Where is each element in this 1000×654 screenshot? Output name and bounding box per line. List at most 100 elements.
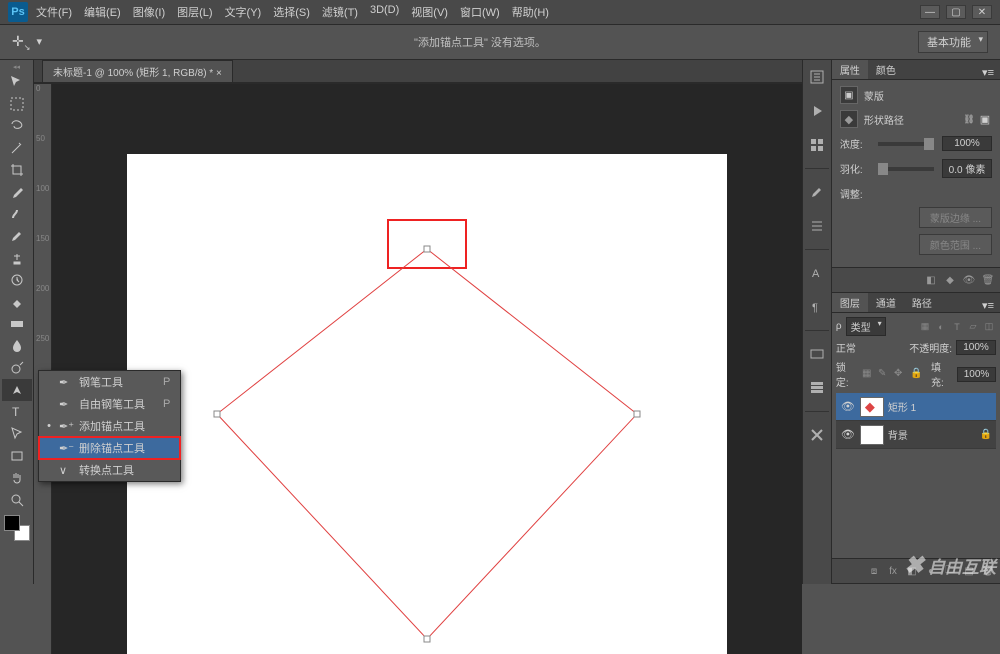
- brushes-panel-icon[interactable]: [806, 181, 828, 203]
- fill-input[interactable]: 100%: [957, 367, 996, 382]
- character-panel-icon[interactable]: A: [806, 262, 828, 284]
- flyout-pen-tool[interactable]: ✒ 钢笔工具 P: [39, 371, 180, 393]
- menu-window[interactable]: 窗口(W): [460, 4, 500, 20]
- window-maximize-button[interactable]: ▢: [946, 5, 966, 19]
- layers-tab[interactable]: 图层: [832, 293, 868, 312]
- eraser-tool[interactable]: [2, 291, 32, 313]
- color-range-button[interactable]: 颜色范围 ...: [919, 234, 992, 255]
- filter-adjust-icon[interactable]: ◐: [934, 320, 948, 334]
- flyout-freeform-pen-tool[interactable]: ✒ 自由钢笔工具 P: [39, 393, 180, 415]
- healing-brush-tool[interactable]: [2, 203, 32, 225]
- link-layers-icon[interactable]: ⧈: [866, 563, 882, 579]
- density-slider[interactable]: [878, 142, 934, 146]
- lock-transparent-icon[interactable]: ▦: [862, 368, 875, 381]
- flyout-add-anchor-tool[interactable]: • ✒⁺ 添加锚点工具: [39, 415, 180, 437]
- filter-pixel-icon[interactable]: ▦: [918, 320, 932, 334]
- feather-slider[interactable]: [878, 167, 934, 171]
- workspace-switcher[interactable]: 基本功能: [918, 31, 988, 53]
- feather-value[interactable]: 0.0 像素: [942, 159, 992, 178]
- history-brush-tool[interactable]: [2, 269, 32, 291]
- pen-tool[interactable]: [2, 379, 32, 401]
- document-tab[interactable]: 未标题-1 @ 100% (矩形 1, RGB/8) * ×: [42, 60, 233, 82]
- link-icon[interactable]: [962, 112, 976, 126]
- foreground-color-swatch[interactable]: [4, 515, 20, 531]
- brush-presets-panel-icon[interactable]: [806, 215, 828, 237]
- layer-row-shape[interactable]: 👁 矩形 1: [836, 393, 996, 421]
- menu-filter[interactable]: 滤镜(T): [322, 4, 358, 20]
- eye-icon[interactable]: 👁: [961, 272, 977, 288]
- bounds-icon[interactable]: [978, 112, 992, 126]
- delete-layer-icon[interactable]: 🗑: [980, 563, 996, 579]
- fx-icon[interactable]: fx: [885, 563, 901, 579]
- layer-thumbnail[interactable]: [860, 425, 884, 445]
- dodge-tool[interactable]: [2, 357, 32, 379]
- menu-layer[interactable]: 图层(L): [177, 4, 212, 20]
- crop-tool[interactable]: [2, 159, 32, 181]
- blur-tool[interactable]: [2, 335, 32, 357]
- toolbox-collapse-grip[interactable]: [0, 63, 33, 71]
- path-selection-tool[interactable]: [2, 423, 32, 445]
- play-panel-icon[interactable]: [806, 100, 828, 122]
- layer-row-background[interactable]: 👁 背景 🔒: [836, 421, 996, 449]
- eyedropper-tool[interactable]: [2, 181, 32, 203]
- menu-select[interactable]: 选择(S): [273, 4, 310, 20]
- document-canvas[interactable]: [127, 154, 727, 654]
- filter-shape-icon[interactable]: ▱: [966, 320, 980, 334]
- color-swatches[interactable]: [4, 515, 30, 541]
- layer-thumbnail[interactable]: [860, 397, 884, 417]
- window-minimize-button[interactable]: —: [920, 5, 940, 19]
- channels-tab[interactable]: 通道: [868, 293, 904, 312]
- add-mask-icon[interactable]: ◧: [904, 563, 920, 579]
- type-tool[interactable]: T: [2, 401, 32, 423]
- window-close-button[interactable]: ✕: [972, 5, 992, 19]
- adjustment-layer-icon[interactable]: ◐: [923, 563, 939, 579]
- menu-3d[interactable]: 3D(D): [370, 4, 399, 20]
- hand-tool[interactable]: [2, 467, 32, 489]
- menu-help[interactable]: 帮助(H): [512, 4, 549, 20]
- marquee-tool[interactable]: [2, 93, 32, 115]
- invert-icon[interactable]: ◆: [942, 272, 958, 288]
- new-group-icon[interactable]: 🗀: [942, 563, 958, 579]
- rectangle-tool[interactable]: [2, 445, 32, 467]
- visibility-toggle-icon[interactable]: 👁: [840, 400, 856, 413]
- menu-type[interactable]: 文字(Y): [225, 4, 262, 20]
- layer-name[interactable]: 背景: [888, 427, 908, 442]
- move-tool[interactable]: [2, 71, 32, 93]
- visibility-toggle-icon[interactable]: 👁: [840, 428, 856, 441]
- diamond-path-shape[interactable]: [207, 239, 647, 654]
- lock-all-icon[interactable]: 🔒: [910, 368, 923, 381]
- opacity-input[interactable]: 100%: [956, 340, 996, 355]
- mask-edge-button[interactable]: 蒙版边缘 ...: [919, 207, 992, 228]
- magic-wand-tool[interactable]: [2, 137, 32, 159]
- layers-panel-menu-icon[interactable]: ▾≡: [976, 299, 1000, 312]
- panel-menu-icon[interactable]: ▾≡: [976, 66, 1000, 79]
- brush-tool[interactable]: [2, 225, 32, 247]
- lasso-tool[interactable]: [2, 115, 32, 137]
- lock-paint-icon[interactable]: ✎: [878, 368, 891, 381]
- clone-stamp-tool[interactable]: [2, 247, 32, 269]
- flyout-delete-anchor-tool[interactable]: ✒⁻ 删除锚点工具: [39, 437, 180, 459]
- new-layer-icon[interactable]: ▤: [961, 563, 977, 579]
- history-panel-icon[interactable]: [806, 66, 828, 88]
- filter-type-icon[interactable]: T: [950, 320, 964, 334]
- menu-image[interactable]: 图像(I): [133, 4, 165, 20]
- blend-mode-dropdown[interactable]: 正常: [836, 340, 905, 355]
- swatches-panel-icon[interactable]: [806, 134, 828, 156]
- layers-dock-icon[interactable]: [806, 377, 828, 399]
- flyout-convert-point-tool[interactable]: ∨ 转换点工具: [39, 459, 180, 481]
- close-dock-icon[interactable]: [806, 424, 828, 446]
- zoom-tool[interactable]: [2, 489, 32, 511]
- layer-name[interactable]: 矩形 1: [888, 399, 916, 414]
- menu-file[interactable]: 文件(F): [36, 4, 72, 20]
- menu-edit[interactable]: 编辑(E): [84, 4, 121, 20]
- styles-panel-icon[interactable]: [806, 343, 828, 365]
- gradient-tool[interactable]: [2, 313, 32, 335]
- apply-mask-icon[interactable]: ◧: [923, 272, 939, 288]
- layer-filter-kind[interactable]: 类型: [846, 317, 886, 336]
- paths-tab[interactable]: 路径: [904, 293, 940, 312]
- trash-icon[interactable]: 🗑: [980, 272, 996, 288]
- paragraph-panel-icon[interactable]: ¶: [806, 296, 828, 318]
- color-tab[interactable]: 颜色: [868, 60, 904, 79]
- properties-tab[interactable]: 属性: [832, 60, 868, 79]
- density-value[interactable]: 100%: [942, 136, 992, 151]
